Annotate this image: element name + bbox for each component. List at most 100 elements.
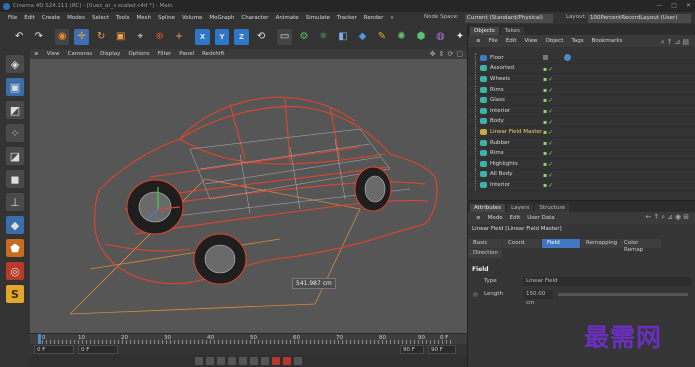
tab-takes[interactable]: Takes — [500, 27, 524, 35]
orbit-icon[interactable]: ⟳ — [448, 50, 454, 58]
render-queue-icon[interactable]: ⚛ — [316, 29, 330, 45]
tab-attributes[interactable]: Attributes — [470, 204, 506, 212]
undo-icon[interactable]: ↶ — [12, 29, 26, 45]
visibility-toggle[interactable] — [543, 55, 548, 60]
pan-icon[interactable]: ✥ — [430, 50, 436, 58]
list-item[interactable]: Glass ▪✓ — [468, 95, 695, 106]
tab-direction[interactable]: Direction — [468, 249, 502, 258]
cube-icon[interactable]: ◆ — [355, 29, 369, 45]
playhead[interactable] — [38, 334, 41, 344]
play-icon[interactable] — [228, 357, 236, 365]
go-to-end-icon[interactable] — [261, 357, 269, 365]
objects-menu-bookmarks[interactable]: Bookmarks — [592, 38, 623, 44]
z-axis-lock-button[interactable]: Z — [234, 28, 249, 45]
enabled-check-icon[interactable]: ▪✓ — [543, 108, 554, 115]
rotate-icon[interactable]: ↻ — [94, 29, 108, 45]
menu-mograph[interactable]: MoGraph — [209, 15, 234, 21]
enabled-check-icon[interactable]: ▪✓ — [543, 76, 554, 83]
enabled-check-icon[interactable]: ▪✓ — [543, 97, 554, 104]
enabled-check-icon[interactable]: ▪✓ — [543, 140, 554, 147]
model-mode-icon[interactable]: ▣ — [6, 78, 24, 96]
snapping-icon[interactable]: S — [6, 285, 24, 303]
tab-basic[interactable]: Basic — [468, 239, 502, 248]
tweak-mode-icon[interactable]: ◆ — [6, 216, 24, 234]
max-frame-field[interactable]: 90 F — [428, 345, 456, 354]
menu-animate[interactable]: Animate — [276, 15, 299, 21]
viewport-menu-redshift[interactable]: Redshift — [202, 51, 224, 57]
list-item[interactable]: Highlights ▪✓ — [468, 158, 695, 170]
animation-keyframe-icon[interactable] — [473, 292, 478, 297]
viewport-menu-filter[interactable]: Filter — [158, 51, 172, 57]
menu-volume[interactable]: Volume — [182, 15, 202, 21]
viewport-menu-options[interactable]: Options — [128, 51, 149, 57]
tab-field[interactable]: Field — [542, 239, 580, 248]
field-length-slider[interactable] — [558, 293, 688, 296]
menu-spline[interactable]: Spline — [158, 15, 175, 21]
solo-icon[interactable]: ◎ — [6, 262, 24, 280]
objects-menu-tags[interactable]: Tags — [571, 38, 583, 44]
menu-more[interactable]: » — [390, 15, 393, 21]
menu-create[interactable]: Create — [42, 15, 60, 21]
minimize-button[interactable]: — — [656, 2, 662, 9]
list-item[interactable]: Rubber ▪✓ — [468, 137, 695, 149]
enabled-check-icon[interactable]: ▪✓ — [543, 66, 554, 73]
timeline-ruler[interactable]: 0 10 20 30 40 50 60 70 80 90 0 F — [30, 333, 467, 344]
attributes-menu-mode[interactable]: Mode — [488, 215, 503, 221]
enabled-check-icon[interactable]: ▪✓ — [543, 150, 554, 157]
next-key-icon[interactable] — [250, 357, 258, 365]
next-frame-icon[interactable] — [239, 357, 247, 365]
3d-viewport[interactable]: 541.987 cm — [30, 59, 467, 333]
menu-simulate[interactable]: Simulate — [306, 15, 330, 21]
tab-objects[interactable]: Objects — [470, 27, 499, 35]
zoom-icon[interactable]: ⇕ — [439, 50, 445, 58]
attributes-nav-icons[interactable]: ←↑⌕⊿◉⊞ — [646, 213, 692, 222]
cloner-icon[interactable]: ⬢ — [414, 29, 428, 45]
edges-mode-icon[interactable]: ◪ — [6, 147, 24, 165]
objects-menu-hamburger[interactable]: ≡ — [476, 38, 481, 44]
render-view-icon[interactable]: ▭ — [277, 28, 292, 45]
list-item[interactable]: Rims ▪✓ — [468, 84, 695, 96]
tab-structure[interactable]: Structure — [535, 204, 569, 212]
menu-edit[interactable]: Edit — [24, 15, 35, 21]
list-item[interactable]: Body ▪✓ — [468, 116, 695, 128]
material-tag-icon[interactable] — [564, 54, 571, 61]
tab-remapping[interactable]: Remapping — [581, 239, 618, 248]
light-icon[interactable]: ✦ — [453, 29, 467, 45]
render-settings-icon[interactable]: ⚙ — [297, 29, 311, 45]
attributes-menu-hamburger[interactable]: ≡ — [476, 215, 481, 221]
viewport-menu-view[interactable]: View — [47, 51, 60, 57]
enabled-check-icon[interactable]: ▪✓ — [543, 129, 554, 136]
list-item[interactable]: Interior ▪✓ — [468, 179, 695, 191]
menu-tracker[interactable]: Tracker — [337, 15, 357, 21]
attributes-menu-user-data[interactable]: User Data — [527, 215, 554, 221]
list-item[interactable]: Assorted ▪✓ — [468, 63, 695, 75]
viewport-menu-hamburger[interactable]: ≡ — [34, 51, 39, 57]
list-item[interactable]: Interior ▪✓ — [468, 105, 695, 117]
y-axis-lock-button[interactable]: Y — [214, 28, 230, 45]
previous-frame-icon[interactable] — [217, 357, 225, 365]
autokey-icon[interactable] — [283, 357, 291, 365]
pen-icon[interactable]: ✎ — [375, 29, 389, 45]
x-axis-lock-button[interactable]: X — [195, 28, 210, 45]
move-icon[interactable]: ✛ — [74, 28, 89, 45]
tab-coord[interactable]: Coord. — [503, 239, 541, 248]
tab-layers[interactable]: Layers — [507, 204, 534, 212]
previous-key-icon[interactable] — [206, 357, 214, 365]
menu-select[interactable]: Select — [92, 15, 109, 21]
attributes-menu-edit[interactable]: Edit — [510, 215, 521, 221]
field-length-input[interactable]: 150.00 cm — [523, 290, 553, 306]
viewport-menu-display[interactable]: Display — [100, 51, 120, 57]
record-icon[interactable] — [272, 357, 280, 365]
points-mode-icon[interactable]: ⁘ — [6, 124, 24, 142]
menu-modes[interactable]: Modes — [67, 15, 85, 21]
transform-icon[interactable]: ⊕ — [152, 29, 166, 45]
viewport-menu-panel[interactable]: Panel — [179, 51, 194, 57]
go-to-start-icon[interactable] — [195, 357, 203, 365]
picture-viewer-icon[interactable]: ◧ — [336, 29, 350, 45]
menu-render[interactable]: Render — [364, 15, 384, 21]
tab-color-remap[interactable]: Color Remap — [619, 239, 661, 253]
maximize-button[interactable]: □ — [671, 2, 677, 9]
list-item[interactable]: Wheels ▪✓ — [468, 73, 695, 85]
live-selection-icon[interactable]: ◉ — [54, 28, 70, 45]
maximize-view-icon[interactable]: ▢ — [456, 50, 463, 58]
